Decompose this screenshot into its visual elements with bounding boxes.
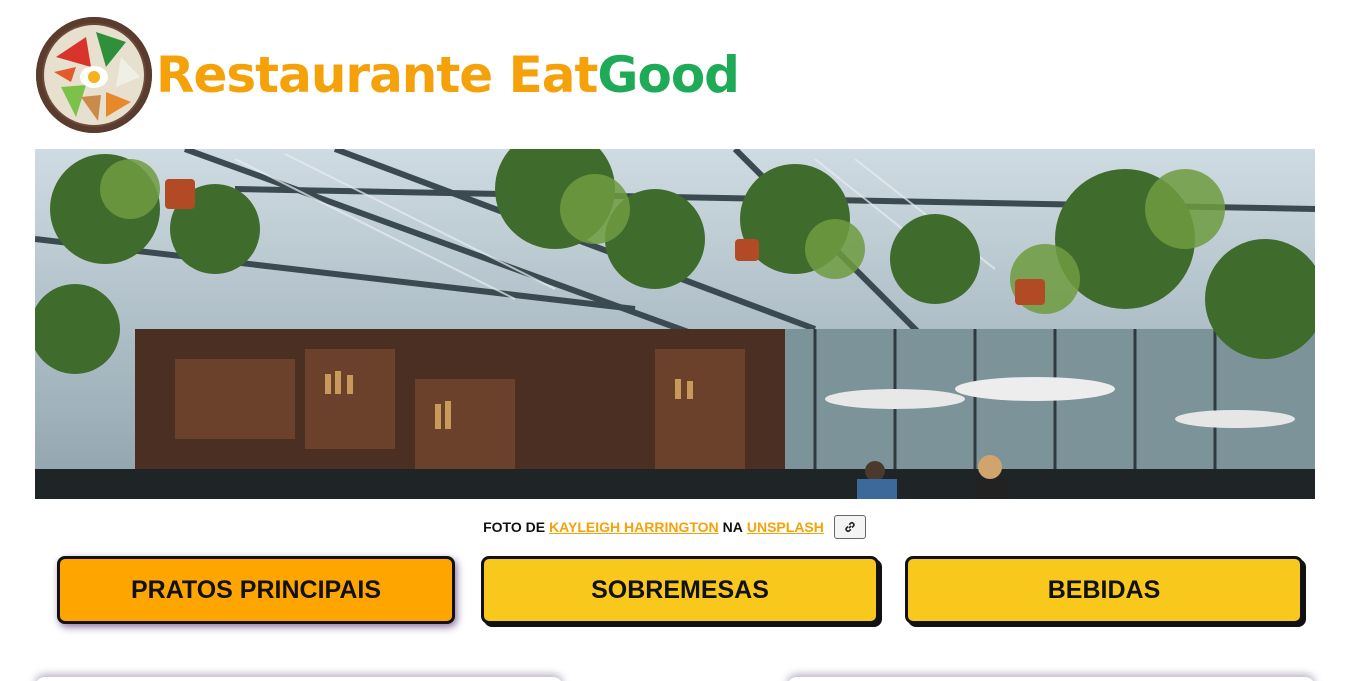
restaurant-name: Restaurante Eat Good	[156, 46, 740, 104]
tab-sobremesas[interactable]: SOBREMESAS	[481, 556, 879, 624]
menu-card	[787, 677, 1315, 681]
tab-bebidas[interactable]: BEBIDAS	[905, 556, 1303, 624]
page: Restaurante Eat Good FOTO DE KAYLEIGH HA…	[0, 0, 1349, 681]
tab-pratos-principais[interactable]: PRATOS PRINCIPAIS	[57, 556, 455, 624]
photographer-link[interactable]: KAYLEIGH HARRINGTON	[549, 519, 719, 535]
credit-middle: NA	[722, 519, 743, 535]
menu-tabs: PRATOS PRINCIPAIS SOBREMESAS BEBIDAS	[57, 556, 1303, 624]
menu-card	[35, 677, 563, 681]
brand-name-eat: Restaurante Eat	[156, 46, 598, 104]
link-icon[interactable]	[833, 515, 866, 539]
food-plate-logo-icon	[36, 17, 152, 133]
hero-photo	[35, 149, 1315, 499]
brand-name-good: Good	[597, 46, 740, 104]
photo-credit: FOTO DE KAYLEIGH HARRINGTON NA UNSPLASH	[0, 515, 1349, 539]
credit-prefix: FOTO DE	[483, 519, 546, 535]
site-header: Restaurante Eat Good	[36, 17, 740, 133]
unsplash-link[interactable]: UNSPLASH	[747, 519, 824, 535]
